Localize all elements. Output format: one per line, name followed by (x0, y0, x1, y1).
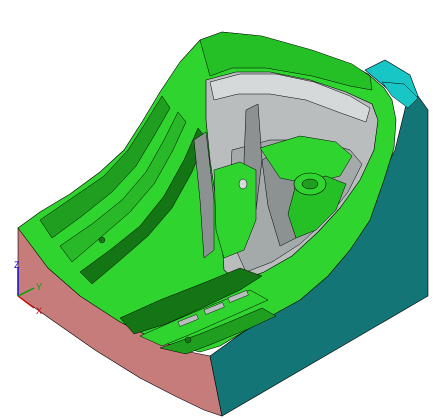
mold-left-pin (98, 236, 106, 244)
x-axis-label: X (36, 306, 42, 316)
y-axis-label: Y (36, 282, 42, 292)
mold-front-pin (184, 336, 192, 344)
mold-small-hole (238, 178, 248, 190)
cad-3d-viewport[interactable]: Z X Y (0, 0, 448, 418)
mold-model-canvas[interactable]: Z X Y (0, 0, 448, 418)
z-axis-label: Z (14, 260, 20, 270)
mold-boss-hole (301, 178, 319, 190)
